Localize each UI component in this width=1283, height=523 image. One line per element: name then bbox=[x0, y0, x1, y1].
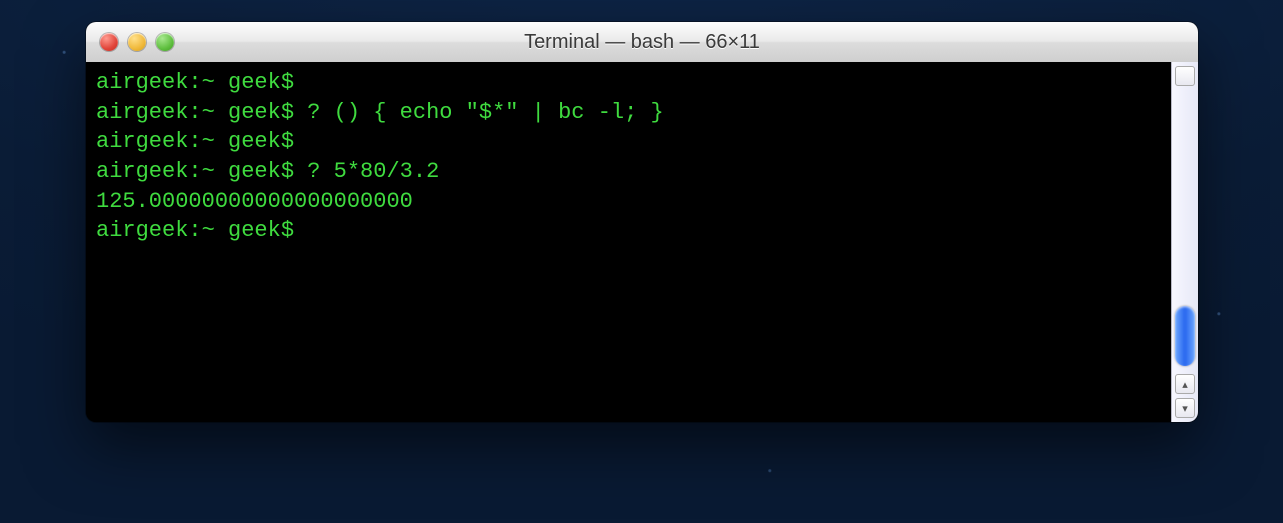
scroll-up-icon[interactable]: ▴ bbox=[1175, 374, 1195, 394]
close-icon[interactable] bbox=[100, 33, 118, 51]
terminal-output[interactable]: airgeek:~ geek$ airgeek:~ geek$ ? () { e… bbox=[86, 62, 1171, 422]
scroll-top-box-icon[interactable] bbox=[1175, 66, 1195, 86]
window-title: Terminal — bash — 66×11 bbox=[86, 31, 1198, 54]
scroll-down-icon[interactable]: ▾ bbox=[1175, 398, 1195, 418]
prompt: airgeek:~ geek$ bbox=[96, 70, 294, 95]
minimize-icon[interactable] bbox=[128, 33, 146, 51]
window-titlebar[interactable]: Terminal — bash — 66×11 bbox=[86, 22, 1198, 63]
prompt: airgeek:~ geek$ bbox=[96, 100, 294, 125]
prompt: airgeek:~ geek$ bbox=[96, 218, 294, 243]
scroll-thumb[interactable] bbox=[1175, 306, 1195, 366]
scroll-track[interactable] bbox=[1172, 88, 1198, 372]
prompt: airgeek:~ geek$ bbox=[96, 129, 294, 154]
zoom-icon[interactable] bbox=[156, 33, 174, 51]
output-line: 125.00000000000000000000 bbox=[96, 189, 413, 214]
command: ? () { echo "$*" | bc -l; } bbox=[307, 100, 663, 125]
window-content: airgeek:~ geek$ airgeek:~ geek$ ? () { e… bbox=[86, 62, 1198, 422]
window-controls bbox=[100, 33, 174, 51]
prompt: airgeek:~ geek$ bbox=[96, 159, 294, 184]
terminal-window: Terminal — bash — 66×11 airgeek:~ geek$ … bbox=[86, 22, 1198, 422]
vertical-scrollbar[interactable]: ▴ ▾ bbox=[1171, 62, 1198, 422]
command: ? 5*80/3.2 bbox=[307, 159, 439, 184]
